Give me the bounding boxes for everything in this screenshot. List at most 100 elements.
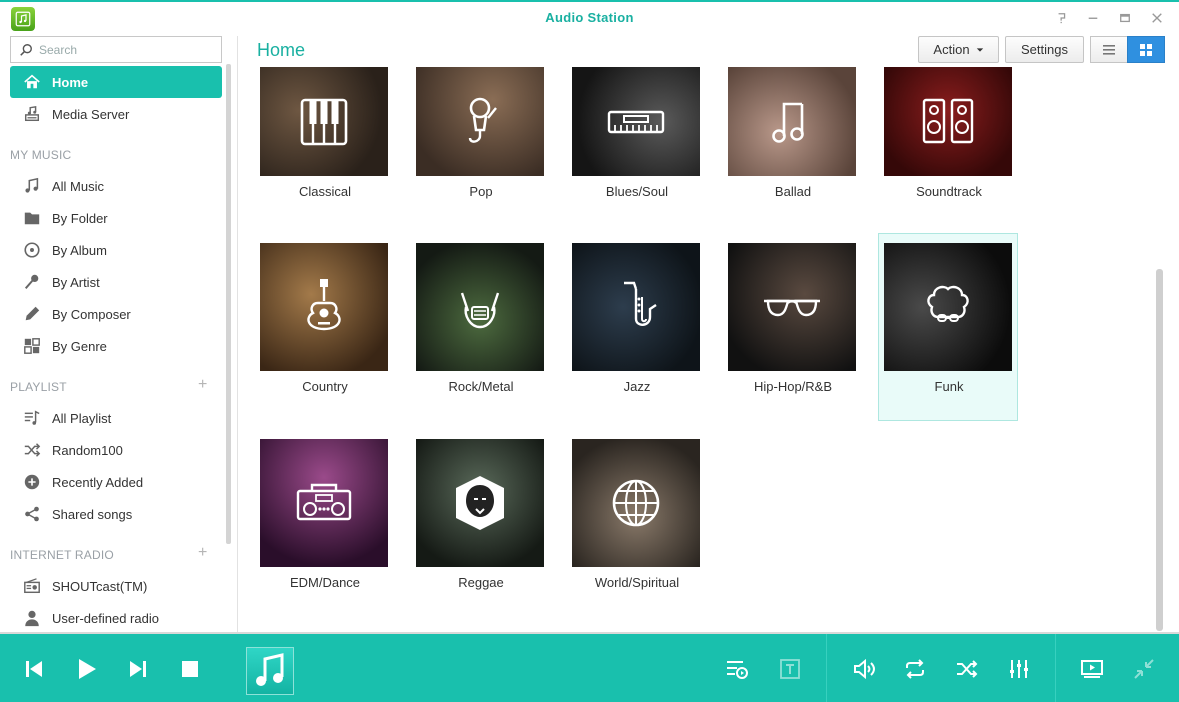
search-input[interactable] <box>39 42 219 57</box>
stream-to-device-button[interactable] <box>1079 656 1105 682</box>
play-icon <box>79 659 96 679</box>
acoustic-guitar-icon <box>307 279 341 331</box>
nav-home-label: Home <box>52 74 89 90</box>
play-queue-icon <box>727 661 748 679</box>
volume-button[interactable] <box>851 656 877 682</box>
nav-shoutcast[interactable]: SHOUTcast(TM) <box>10 570 222 602</box>
settings-button-label: Settings <box>1021 42 1068 57</box>
genre-tile-hip-hop-rnb[interactable]: Hip-Hop/R&B <box>723 234 863 422</box>
nav-user-defined-radio[interactable]: User-defined radio <box>10 602 222 632</box>
genre-label: Blues/Soul <box>605 184 669 199</box>
grid-view-icon <box>1140 43 1152 56</box>
nav-all-music-label: All Music <box>52 178 105 194</box>
genre-tile-classical[interactable]: Classical <box>255 58 395 246</box>
nav-all-music[interactable]: All Music <box>10 170 222 202</box>
genre-thumbnail <box>884 243 1012 371</box>
repeat-button[interactable] <box>902 656 928 682</box>
nav-by-folder[interactable]: By Folder <box>10 202 222 234</box>
rock-hand-icon <box>460 292 500 329</box>
nav-by-genre[interactable]: By Genre <box>10 330 222 362</box>
nav-recently-added[interactable]: Recently Added <box>10 466 222 498</box>
shuffle-icon <box>957 660 978 678</box>
nav-by-artist-label: By Artist <box>52 274 100 290</box>
genre-tile-rock-metal[interactable]: Rock/Metal <box>411 234 551 422</box>
nav-all-playlist[interactable]: All Playlist <box>10 402 222 434</box>
window-title: Audio Station <box>545 10 634 25</box>
previous-track-button[interactable] <box>21 656 47 682</box>
genre-tile-funk[interactable]: Funk <box>878 233 1018 421</box>
genre-tile-pop[interactable]: Pop <box>411 58 551 246</box>
now-playing-cover[interactable] <box>246 647 294 695</box>
microphone-icon <box>22 272 42 292</box>
maximize-icon[interactable] <box>1115 8 1135 28</box>
main-scrollbar[interactable] <box>1156 269 1163 631</box>
grid-view-button[interactable] <box>1127 36 1165 63</box>
stop-button[interactable] <box>177 656 203 682</box>
saxophone-icon <box>624 281 657 326</box>
play-queue-button[interactable] <box>724 656 750 682</box>
next-track-button[interactable] <box>125 656 151 682</box>
genre-tile-soundtrack[interactable]: Soundtrack <box>879 58 1019 246</box>
minimize-icon[interactable] <box>1083 8 1103 28</box>
lyrics-button[interactable] <box>777 656 803 682</box>
genre-tile-blues-soul[interactable]: Blues/Soul <box>567 58 707 246</box>
genre-tile-jazz[interactable]: Jazz <box>567 234 707 422</box>
genre-label: Jazz <box>623 379 651 394</box>
music-note-icon <box>772 102 804 143</box>
sunglasses-icon <box>764 299 820 317</box>
nav-random100[interactable]: Random100 <box>10 434 222 466</box>
genre-label: Soundtrack <box>916 184 982 199</box>
genre-thumbnail <box>572 67 700 176</box>
previous-icon <box>26 661 42 677</box>
share-icon <box>22 504 42 524</box>
lyrics-text-icon <box>780 659 800 679</box>
nav-by-composer[interactable]: By Composer <box>10 298 222 330</box>
genre-label: Funk <box>934 379 964 394</box>
genre-thumbnail <box>728 67 856 176</box>
nav-by-composer-label: By Composer <box>52 306 131 322</box>
nav-shoutcast-label: SHOUTcast(TM) <box>52 578 148 594</box>
genre-tile-ballad[interactable]: Ballad <box>723 58 863 246</box>
sidebar-scrollbar[interactable] <box>226 64 231 544</box>
close-icon[interactable] <box>1147 8 1167 28</box>
player-divider <box>826 634 827 702</box>
list-view-icon <box>1103 44 1115 55</box>
user-icon <box>22 608 42 628</box>
help-icon[interactable] <box>1052 8 1072 28</box>
nav-home[interactable]: Home <box>10 66 222 98</box>
genre-label: Hip-Hop/R&B <box>753 379 833 394</box>
genre-label: Ballad <box>774 184 812 199</box>
genre-grid-icon <box>22 336 42 356</box>
play-button[interactable] <box>74 656 100 682</box>
nav-media-server[interactable]: Media Server <box>10 98 222 130</box>
equalizer-icon <box>1010 660 1028 678</box>
nav-shared-songs[interactable]: Shared songs <box>10 498 222 530</box>
mini-player-button[interactable] <box>1131 656 1157 682</box>
player-divider <box>1055 634 1056 702</box>
shuffle-button[interactable] <box>954 656 980 682</box>
genre-tile-country[interactable]: Country <box>255 234 395 422</box>
nav-by-album[interactable]: By Album <box>10 234 222 266</box>
genre-label: Country <box>302 379 348 394</box>
genre-tile-edm-dance[interactable]: EDM/Dance <box>255 430 395 618</box>
nav-all-playlist-label: All Playlist <box>52 410 112 426</box>
radio-icon <box>22 576 42 596</box>
nav-by-genre-label: By Genre <box>52 338 107 354</box>
action-button-label: Action <box>933 42 970 57</box>
nav-by-artist[interactable]: By Artist <box>10 266 222 298</box>
nav-recently-added-label: Recently Added <box>52 474 144 490</box>
add-playlist-plus-icon[interactable]: + <box>198 376 207 394</box>
add-radio-plus-icon[interactable]: + <box>198 544 207 562</box>
album-disc-icon <box>22 240 42 260</box>
nav-user-defined-radio-label: User-defined radio <box>52 610 159 626</box>
genre-tile-reggae[interactable]: Reggae <box>411 430 551 618</box>
search-box[interactable] <box>10 36 222 63</box>
repeat-icon <box>906 659 924 679</box>
pen-icon <box>22 304 42 324</box>
list-view-button[interactable] <box>1090 36 1128 63</box>
genre-tile-world-spiritual[interactable]: World/Spiritual <box>567 430 707 618</box>
folder-icon <box>22 208 42 228</box>
equalizer-button[interactable] <box>1006 656 1032 682</box>
next-icon <box>130 661 146 677</box>
nav-by-album-label: By Album <box>52 242 107 258</box>
